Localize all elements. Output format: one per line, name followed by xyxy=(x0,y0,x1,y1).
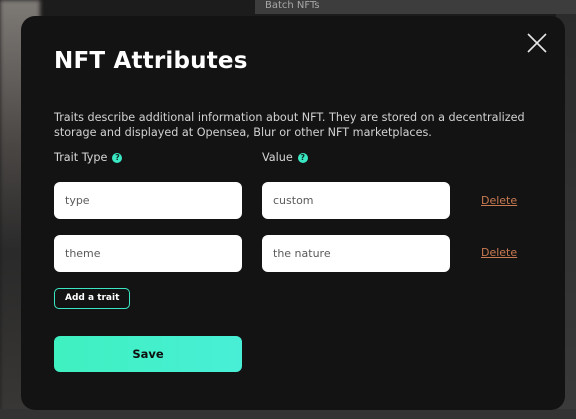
trait-type-label: Trait Type xyxy=(54,151,108,164)
trait-type-header: Trait Type ? xyxy=(54,151,123,164)
delete-trait-link[interactable]: Delete xyxy=(481,194,517,207)
trait-value-input[interactable] xyxy=(262,235,450,272)
background-tab-label: Batch NFTs xyxy=(265,0,320,11)
help-icon[interactable]: ? xyxy=(297,152,308,163)
value-label: Value xyxy=(262,151,293,164)
background-footer xyxy=(0,409,576,419)
modal-description: Traits describe additional information a… xyxy=(54,111,525,139)
trait-value-input[interactable] xyxy=(262,182,450,219)
trait-type-input[interactable] xyxy=(54,182,242,219)
modal-title: NFT Attributes xyxy=(54,48,248,74)
trait-type-input[interactable] xyxy=(54,235,242,272)
help-icon[interactable]: ? xyxy=(112,152,123,163)
close-icon[interactable] xyxy=(526,32,548,54)
save-button[interactable]: Save xyxy=(54,336,242,372)
value-header: Value ? xyxy=(262,151,308,164)
add-trait-button[interactable]: Add a trait xyxy=(54,288,131,309)
delete-trait-link[interactable]: Delete xyxy=(481,246,517,259)
